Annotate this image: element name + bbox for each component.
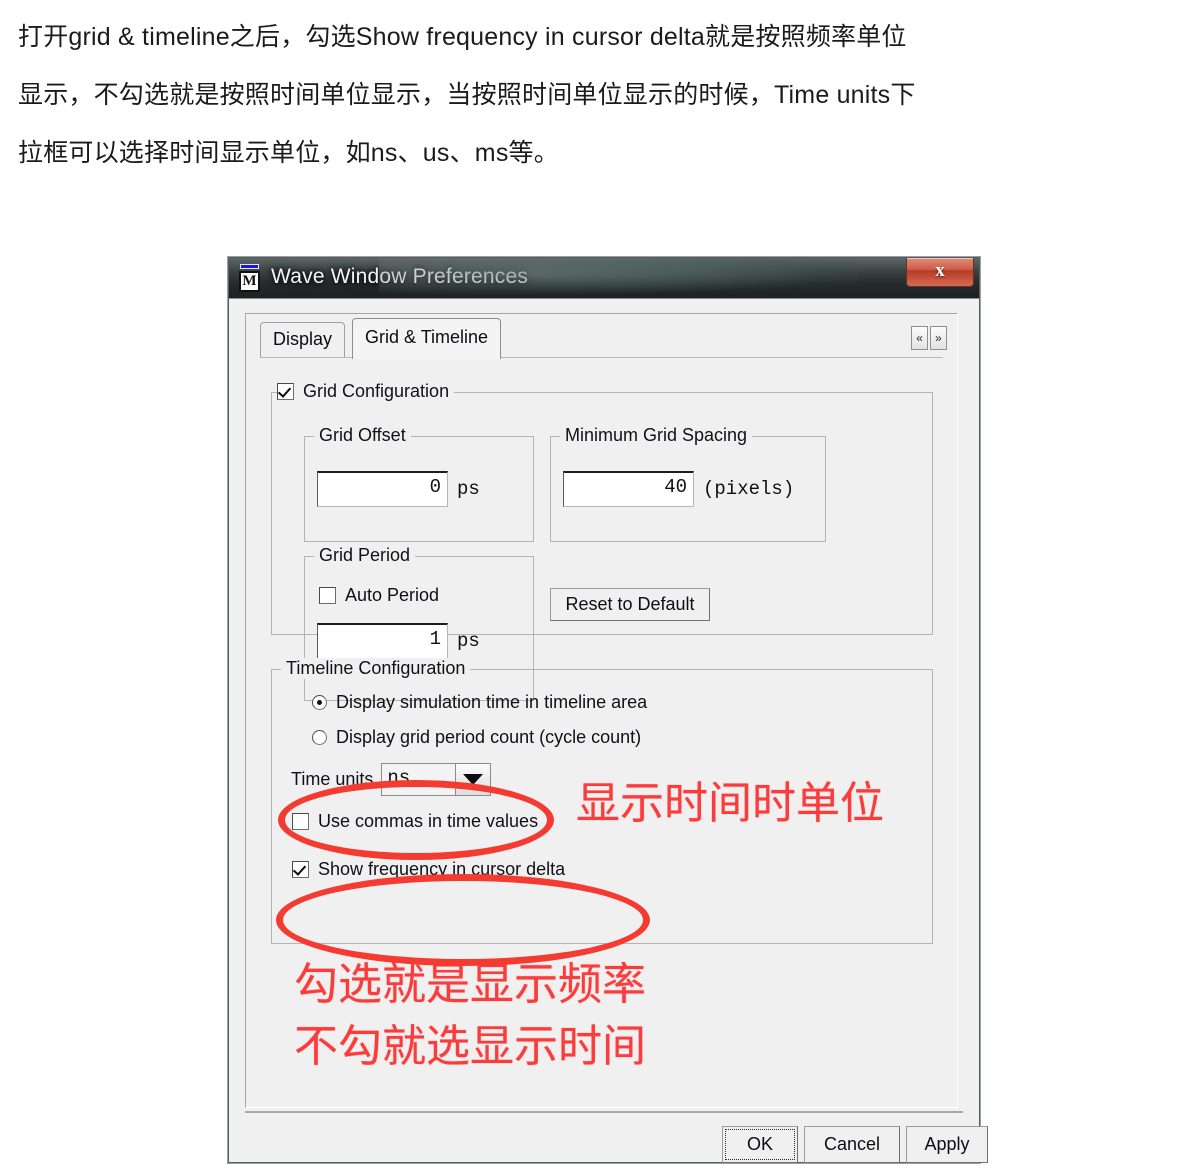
radio-display-simulation-time[interactable]: [312, 695, 327, 710]
grid-period-input[interactable]: 1: [317, 623, 448, 659]
minimum-grid-spacing-row: 40 (pixels): [563, 471, 794, 507]
ok-button[interactable]: OK: [722, 1126, 798, 1163]
tabstrip: Display Grid & Timeline « »: [246, 314, 957, 359]
dialog-titlebar[interactable]: M Wave Window Preferences x: [229, 258, 979, 298]
grid-offset-row: 0 ps: [317, 471, 480, 507]
wave-window-preferences-dialog: M Wave Window Preferences x Display Grid…: [228, 257, 988, 1163]
annotation-unchecked-note: 不勾就选显示时间: [294, 1022, 646, 1071]
article-line-2: 显示，不勾选就是按照时间单位显示，当按照时间单位显示的时候，Time units…: [18, 81, 916, 109]
use-commas-label: Use commas in time values: [318, 811, 539, 831]
time-units-value: ns: [382, 764, 456, 795]
article-line-3: 拉框可以选择时间显示单位，如ns、us、ms等。: [18, 139, 559, 167]
annotation-time-units-note: 显示时间时单位: [576, 779, 884, 828]
button-bar-separator: [245, 1111, 963, 1113]
apply-button[interactable]: Apply: [906, 1126, 988, 1163]
radio-display-grid-period-count-label: Display grid period count (cycle count): [336, 727, 642, 747]
cancel-button[interactable]: Cancel: [804, 1126, 900, 1163]
use-commas-row[interactable]: Use commas in time values: [292, 811, 538, 832]
dialog-title: Wave Window Preferences: [271, 265, 529, 288]
auto-period-row[interactable]: Auto Period: [319, 585, 439, 606]
modelsim-icon-letter: M: [239, 271, 260, 292]
timeline-configuration-label: Timeline Configuration: [281, 658, 471, 679]
tab-display[interactable]: Display: [260, 322, 346, 358]
grid-offset-unit: ps: [457, 478, 480, 500]
tab-scroll-right-icon[interactable]: »: [930, 326, 947, 350]
reset-to-default-button[interactable]: Reset to Default: [550, 588, 710, 621]
radio-display-simulation-time-row[interactable]: Display simulation time in timeline area: [312, 692, 647, 713]
article-line-1: 打开grid & timeline之后，勾选Show frequency in …: [18, 23, 907, 51]
article-text: 打开grid & timeline之后，勾选Show frequency in …: [18, 8, 1188, 182]
radio-display-simulation-time-label: Display simulation time in timeline area: [336, 692, 648, 712]
tab-scroll-left-icon[interactable]: «: [911, 326, 928, 350]
radio-display-grid-period-count-row[interactable]: Display grid period count (cycle count): [312, 727, 641, 748]
chevron-down-icon[interactable]: [455, 764, 491, 795]
show-frequency-label: Show frequency in cursor delta: [318, 859, 566, 879]
tab-scroll-buttons: « »: [911, 326, 947, 350]
grid-offset-input[interactable]: 0: [317, 471, 448, 507]
grid-offset-group: Grid Offset 0 ps: [304, 425, 534, 542]
dialog-body: Display Grid & Timeline « » Grid Configu…: [229, 298, 988, 1163]
minimum-grid-spacing-input[interactable]: 40: [563, 471, 694, 507]
modelsim-icon-bar: [240, 264, 259, 269]
grid-configuration-label: Grid Configuration: [303, 381, 450, 401]
show-frequency-row[interactable]: Show frequency in cursor delta: [292, 859, 565, 880]
use-commas-checkbox[interactable]: [292, 813, 309, 830]
grid-configuration-group: Grid Configuration Grid Offset 0 ps Mini…: [271, 381, 933, 701]
grid-period-value-row: 1 ps: [317, 623, 480, 659]
close-icon[interactable]: x: [906, 258, 974, 287]
time-units-label: Time units: [291, 769, 374, 789]
minimum-grid-spacing-label: Minimum Grid Spacing: [560, 425, 753, 446]
time-units-row: Time units ns: [291, 763, 492, 796]
grid-configuration-checkbox[interactable]: [277, 383, 294, 400]
modelsim-app-icon: M: [237, 264, 263, 292]
grid-configuration-header: Grid Configuration: [277, 381, 455, 402]
grid-offset-label: Grid Offset: [314, 425, 411, 446]
auto-period-checkbox[interactable]: [319, 587, 336, 604]
minimum-grid-spacing-unit: (pixels): [703, 478, 795, 500]
grid-period-unit: ps: [457, 630, 480, 652]
radio-display-grid-period-count[interactable]: [312, 730, 327, 745]
annotation-checked-note: 勾选就是显示频率: [294, 960, 646, 1009]
auto-period-label: Auto Period: [345, 585, 440, 605]
tab-panel: Display Grid & Timeline « » Grid Configu…: [245, 313, 958, 1108]
tab-grid-and-timeline[interactable]: Grid & Timeline: [352, 318, 502, 359]
show-frequency-checkbox[interactable]: [292, 861, 309, 878]
grid-period-label: Grid Period: [314, 545, 416, 566]
minimum-grid-spacing-group: Minimum Grid Spacing 40 (pixels): [550, 425, 826, 542]
time-units-select[interactable]: ns: [381, 763, 492, 796]
